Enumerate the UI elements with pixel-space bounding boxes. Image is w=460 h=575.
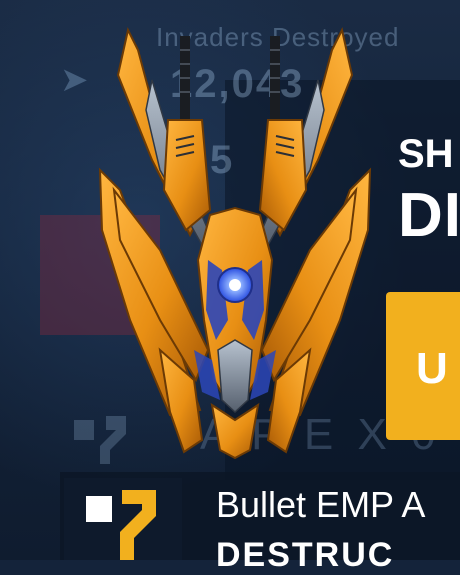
ship-name: DI — [398, 181, 460, 250]
weapon-subtitle: DESTRUC — [216, 536, 395, 574]
weapon-icon-tile[interactable] — [64, 478, 182, 560]
upgrade-button[interactable]: U — [386, 292, 460, 440]
weapon-emp-icon — [86, 490, 156, 560]
spaceship-artwork — [90, 20, 380, 460]
back-arrow-icon: ➤ — [60, 61, 89, 99]
upgrade-label: U — [416, 344, 448, 393]
weapon-name: Bullet EMP A — [216, 484, 426, 525]
ship-heading: SH — [398, 132, 454, 176]
